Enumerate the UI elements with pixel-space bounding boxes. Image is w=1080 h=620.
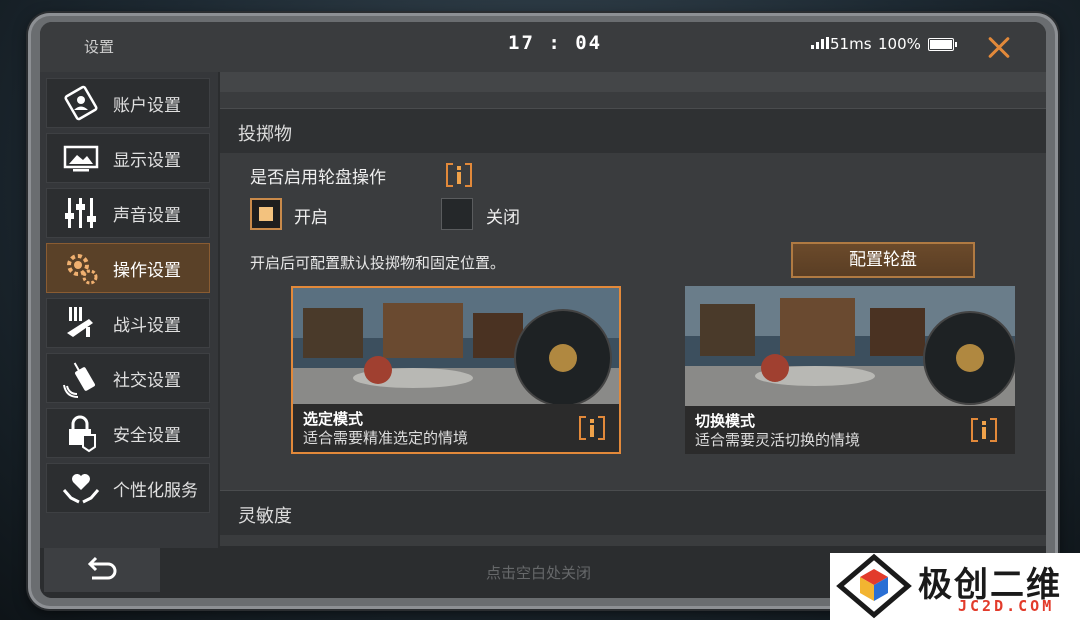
mode-caption: 选定模式 适合需要精准选定的情境: [293, 404, 619, 452]
mode-preview-image: [293, 288, 619, 408]
back-arrow-icon: [87, 556, 117, 580]
mode-card-switch[interactable]: 切换模式 适合需要灵活切换的情境: [685, 286, 1015, 454]
settings-content: 投掷物 是否启用轮盘操作 开启 关闭 开启后可配置默认投掷物和固定位置。 配置轮…: [220, 72, 1046, 546]
option-on-label[interactable]: 开启: [294, 203, 328, 228]
option-on-checkbox[interactable]: [250, 198, 282, 230]
sidebar-item-sound[interactable]: 声音设置: [46, 188, 210, 238]
info-icon[interactable]: [446, 163, 472, 187]
info-icon[interactable]: [579, 416, 605, 440]
shield-lock-icon: [61, 413, 101, 453]
sidebar-item-label: 安全设置: [113, 425, 181, 446]
heart-hands-icon: [61, 468, 101, 508]
watermark-text-en: JC2D.COM: [958, 597, 1055, 615]
battery-percent: 100%: [878, 35, 921, 53]
sidebar-item-label: 账户设置: [113, 95, 181, 116]
settings-screen: 设置 17 : 04 51ms 100% 账户设置 显示设置 声音设置 操作设置…: [40, 22, 1046, 598]
display-icon: [61, 138, 101, 178]
battery-icon: [928, 38, 957, 51]
section-title: 投掷物: [238, 124, 292, 145]
sidebar-item-label: 显示设置: [113, 150, 181, 171]
sidebar-item-controls[interactable]: 操作设置: [46, 243, 210, 293]
page-title: 设置: [84, 38, 115, 56]
mode-caption: 切换模式 适合需要灵活切换的情境: [685, 406, 1015, 454]
wheel-question-label: 是否启用轮盘操作: [250, 168, 386, 188]
sidebar-item-label: 战斗设置: [113, 315, 181, 336]
sidebar-item-label: 个性化服务: [113, 480, 198, 501]
section-header-throwables: 投掷物: [220, 108, 1046, 153]
top-bar: 设置 17 : 04 51ms 100%: [40, 22, 1046, 72]
mode-preview-image: [685, 286, 1015, 406]
ping-value: 51ms: [830, 35, 872, 53]
scroll-top-strip: [220, 72, 1046, 92]
settings-sidebar: 账户设置 显示设置 声音设置 操作设置 战斗设置 社交设置 安全设置 个性化服务: [40, 72, 218, 548]
mode-name: 选定模式: [303, 410, 364, 428]
social-icon: [61, 358, 101, 398]
sidebar-item-label: 操作设置: [113, 260, 181, 281]
sidebar-item-personalization[interactable]: 个性化服务: [46, 463, 210, 513]
mode-card-select[interactable]: 选定模式 适合需要精准选定的情境: [291, 286, 621, 454]
close-icon[interactable]: [982, 30, 1016, 64]
option-off-label[interactable]: 关闭: [486, 203, 520, 228]
sidebar-item-label: 社交设置: [113, 370, 181, 391]
controls-icon: [61, 248, 101, 288]
sidebar-item-display[interactable]: 显示设置: [46, 133, 210, 183]
mode-name: 切换模式: [695, 412, 756, 430]
combat-icon: [61, 303, 101, 343]
sound-icon: [61, 193, 101, 233]
signal-icon: [811, 37, 829, 49]
info-icon[interactable]: [971, 418, 997, 442]
sidebar-item-account[interactable]: 账户设置: [46, 78, 210, 128]
sidebar-item-security[interactable]: 安全设置: [46, 408, 210, 458]
back-button[interactable]: [44, 548, 160, 592]
account-icon: [61, 83, 101, 123]
tap-to-close-hint[interactable]: 点击空白处关闭: [486, 562, 591, 583]
sidebar-item-social[interactable]: 社交设置: [46, 353, 210, 403]
sidebar-item-label: 声音设置: [113, 205, 181, 226]
watermark: 极创二维 JC2D.COM: [830, 553, 1080, 620]
mode-desc: 适合需要精准选定的情境: [303, 429, 469, 447]
section-title: 灵敏度: [238, 506, 292, 527]
section-header-sensitivity: 灵敏度: [220, 490, 1046, 535]
option-off-checkbox[interactable]: [441, 198, 473, 230]
clock: 17 : 04: [508, 32, 603, 54]
watermark-logo-icon: [836, 553, 912, 619]
mode-desc: 适合需要灵活切换的情境: [695, 431, 861, 449]
wheel-hint: 开启后可配置默认投掷物和固定位置。: [250, 254, 506, 272]
configure-wheel-button[interactable]: 配置轮盘: [791, 242, 975, 278]
sidebar-item-combat[interactable]: 战斗设置: [46, 298, 210, 348]
